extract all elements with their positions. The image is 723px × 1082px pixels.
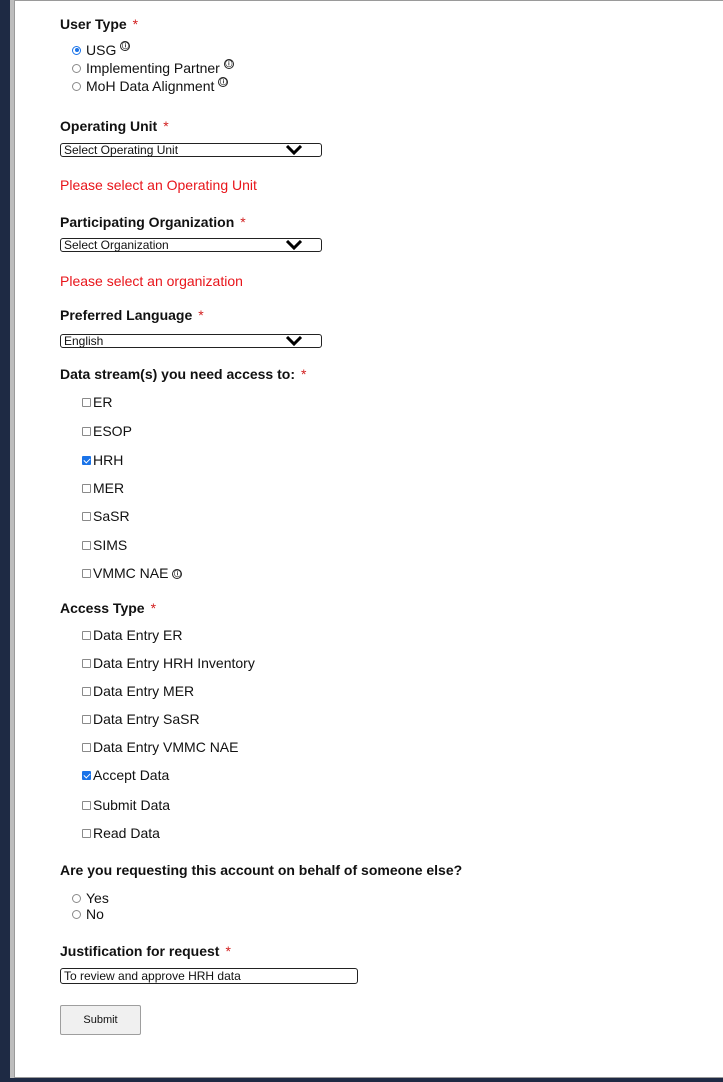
data-streams-label: Data stream(s) you need access to: *: [60, 366, 307, 382]
access-data-entry-sasr[interactable]: Data Entry SaSR: [82, 711, 200, 727]
info-icon[interactable]: ⓘ: [120, 41, 131, 51]
data-stream-hrh[interactable]: HRH: [82, 452, 123, 468]
data-stream-mer[interactable]: MER: [82, 480, 124, 496]
user-type-option-usg[interactable]: USG ⓘ: [72, 41, 131, 58]
checkbox-data-entry-sasr[interactable]: [82, 714, 91, 724]
justification-input[interactable]: To review and approve HRH data: [60, 968, 358, 984]
behalf-option-yes[interactable]: Yes: [72, 890, 109, 906]
organization-select[interactable]: Select Organization: [60, 238, 322, 252]
checkbox-data-entry-mer[interactable]: [82, 686, 91, 696]
checkbox-accept-data[interactable]: [82, 770, 91, 780]
submit-button[interactable]: Submit: [60, 1005, 141, 1035]
info-icon[interactable]: ⓘ: [172, 569, 183, 579]
user-type-option-implementing-partner[interactable]: Implementing Partner ⓘ: [72, 59, 234, 76]
organization-label: Participating Organization *: [60, 214, 246, 230]
access-data-entry-hrh-inventory[interactable]: Data Entry HRH Inventory: [82, 655, 255, 671]
radio-no[interactable]: [72, 909, 81, 919]
checkbox-sasr[interactable]: [82, 511, 91, 521]
access-read-data[interactable]: Read Data: [82, 825, 160, 841]
user-type-label: User Type *: [60, 16, 139, 32]
radio-implementing-partner[interactable]: [72, 63, 81, 73]
justification-label: Justification for request *: [60, 943, 231, 959]
radio-yes[interactable]: [72, 893, 81, 903]
info-icon[interactable]: ⓘ: [223, 59, 234, 69]
access-submit-data[interactable]: Submit Data: [82, 797, 170, 813]
registration-form-panel: User Type * USG ⓘ Implementing Partner ⓘ …: [10, 0, 723, 1078]
data-stream-vmmc-nae[interactable]: VMMC NAE ⓘ: [82, 565, 183, 581]
radio-moh-data-alignment[interactable]: [72, 81, 81, 91]
organization-error: Please select an organization: [60, 273, 243, 289]
behalf-label: Are you requesting this account on behal…: [60, 862, 463, 878]
data-stream-esop[interactable]: ESOP: [82, 423, 132, 439]
checkbox-data-entry-hrh-inventory[interactable]: [82, 658, 91, 668]
behalf-option-no[interactable]: No: [72, 906, 104, 922]
checkbox-data-entry-vmmc-nae[interactable]: [82, 742, 91, 752]
language-select[interactable]: English: [60, 334, 322, 348]
chevron-down-icon: [285, 240, 303, 250]
checkbox-sims[interactable]: [82, 540, 91, 550]
checkbox-mer[interactable]: [82, 483, 91, 493]
info-icon[interactable]: ⓘ: [218, 77, 229, 87]
data-stream-sasr[interactable]: SaSR: [82, 508, 130, 524]
operating-unit-label: Operating Unit *: [60, 118, 169, 134]
access-type-label: Access Type *: [60, 600, 157, 616]
checkbox-data-entry-er[interactable]: [82, 630, 91, 640]
checkbox-hrh[interactable]: [82, 455, 91, 465]
chevron-down-icon: [285, 336, 303, 346]
language-label: Preferred Language *: [60, 307, 204, 323]
checkbox-vmmc-nae[interactable]: [82, 568, 91, 578]
operating-unit-error: Please select an Operating Unit: [60, 177, 257, 193]
access-data-entry-vmmc-nae[interactable]: Data Entry VMMC NAE: [82, 739, 238, 755]
checkbox-er[interactable]: [82, 397, 91, 407]
access-data-entry-mer[interactable]: Data Entry MER: [82, 683, 194, 699]
operating-unit-select[interactable]: Select Operating Unit: [60, 143, 322, 157]
access-data-entry-er[interactable]: Data Entry ER: [82, 627, 182, 643]
data-stream-er[interactable]: ER: [82, 394, 112, 410]
chevron-down-icon: [285, 145, 303, 155]
user-type-option-moh[interactable]: MoH Data Alignment ⓘ: [72, 77, 229, 94]
data-stream-sims[interactable]: SIMS: [82, 537, 127, 553]
checkbox-esop[interactable]: [82, 426, 91, 436]
checkbox-read-data[interactable]: [82, 828, 91, 838]
radio-usg[interactable]: [72, 45, 81, 55]
checkbox-submit-data[interactable]: [82, 800, 91, 810]
access-accept-data[interactable]: Accept Data: [82, 767, 169, 783]
